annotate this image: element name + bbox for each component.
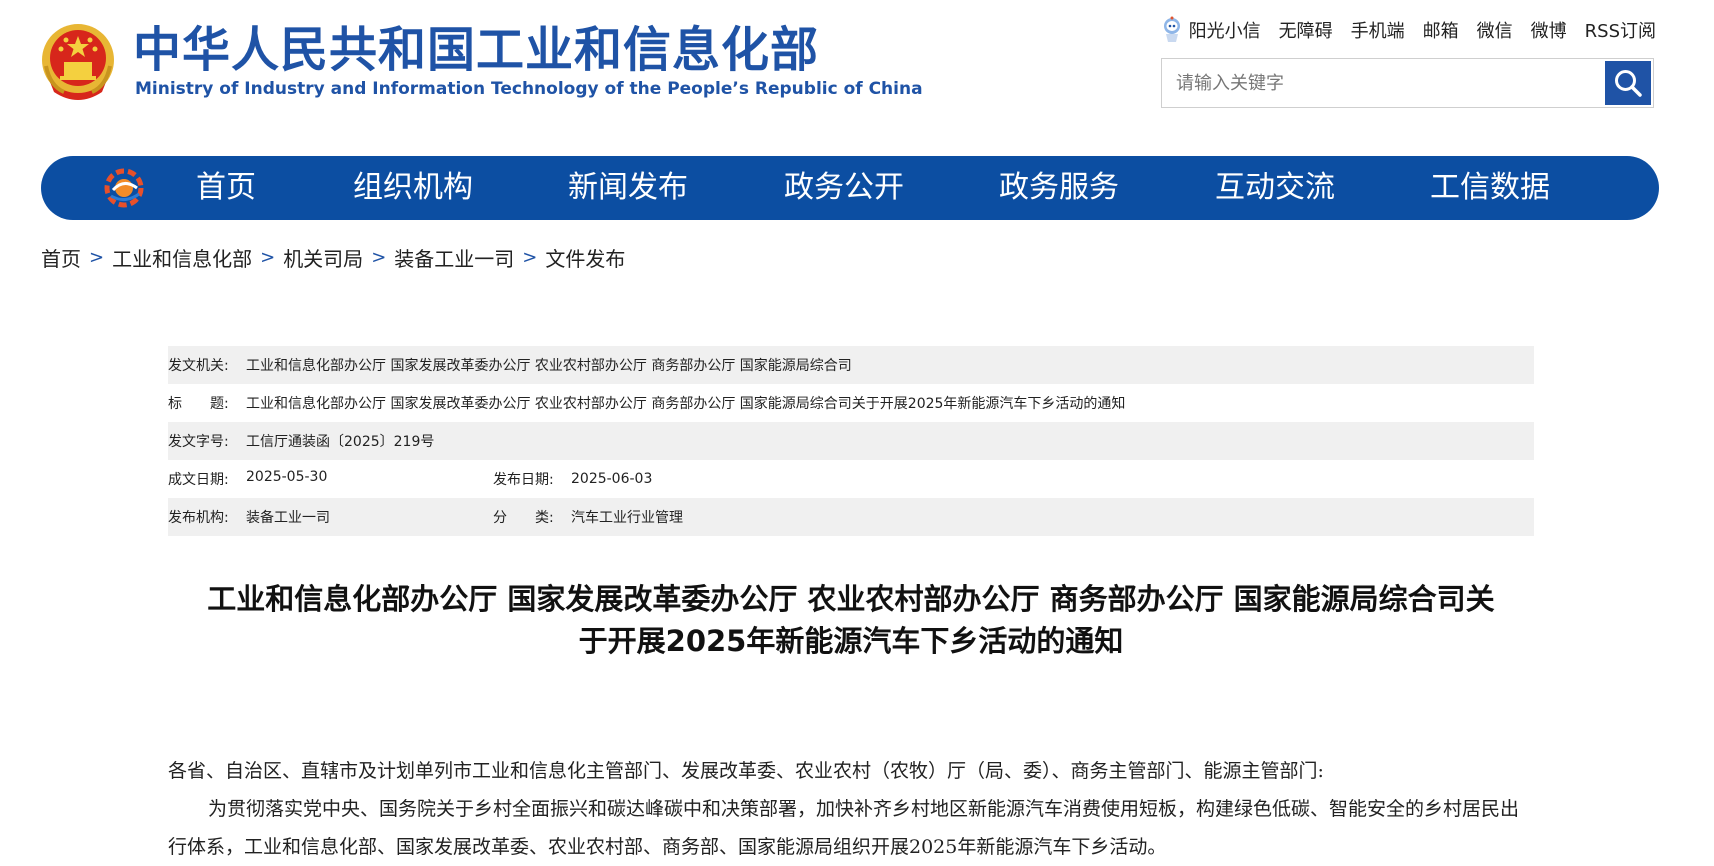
meta-value-org: 装备工业一司 xyxy=(246,510,330,526)
meta-cell-created: 成文日期: 2025-05-30 xyxy=(168,469,493,489)
breadcrumb-separator: > xyxy=(371,247,387,268)
meta-value-docno: 工信厅通装函〔2025〕219号 xyxy=(246,434,435,450)
breadcrumb-separator: > xyxy=(522,247,538,268)
meta-label: 分 类: xyxy=(493,510,554,526)
nav-item-government-services[interactable]: 政务服务 xyxy=(989,156,1129,220)
national-emblem-icon xyxy=(42,24,114,100)
search-box xyxy=(1161,58,1654,108)
site-title[interactable]: 中华人民共和国工业和信息化部 xyxy=(133,22,819,78)
site-header: 中华人民共和国工业和信息化部 Ministry of Industry and … xyxy=(0,0,1714,140)
breadcrumb-departments[interactable]: 机关司局 xyxy=(283,243,363,272)
nav-item-data[interactable]: 工信数据 xyxy=(1420,156,1560,220)
meta-row-title: 标 题: 工业和信息化部办公厅 国家发展改革委办公厅 农业农村部办公厅 商务部办… xyxy=(168,384,1534,422)
meta-row-docno: 发文字号: 工信厅通装函〔2025〕219号 xyxy=(168,422,1534,460)
meta-value-created: 2025-05-30 xyxy=(246,469,328,485)
top-links: 阳光小信 无障碍 手机端 邮箱 微信 微博 RSS订阅 xyxy=(1161,16,1656,44)
nav-item-organization[interactable]: 组织机构 xyxy=(343,156,483,220)
toplink-weibo[interactable]: 微博 xyxy=(1531,17,1567,43)
search-icon xyxy=(1615,70,1642,97)
site-subtitle: Ministry of Industry and Information Tec… xyxy=(135,79,923,99)
main-nav: 首页 组织机构 新闻发布 政务公开 政务服务 互动交流 工信数据 xyxy=(41,156,1659,220)
breadcrumb-documents[interactable]: 文件发布 xyxy=(545,243,625,272)
toplink-email[interactable]: 邮箱 xyxy=(1423,17,1459,43)
toplink-rss[interactable]: RSS订阅 xyxy=(1585,17,1656,43)
article-title: 工业和信息化部办公厅 国家发展改革委办公厅 农业农村部办公厅 商务部办公厅 国家… xyxy=(168,578,1534,662)
robot-assistant-icon xyxy=(1163,16,1180,42)
meta-label: 发文字号: xyxy=(168,434,229,450)
search-button[interactable] xyxy=(1605,61,1651,105)
search-input[interactable] xyxy=(1162,59,1602,107)
breadcrumb-separator: > xyxy=(89,247,105,268)
meta-value-issuer: 工业和信息化部办公厅 国家发展改革委办公厅 农业农村部办公厅 商务部办公厅 国家… xyxy=(246,358,852,374)
document-meta-table: 发文机关: 工业和信息化部办公厅 国家发展改革委办公厅 农业农村部办公厅 商务部… xyxy=(168,346,1534,536)
meta-value-category: 汽车工业行业管理 xyxy=(571,510,683,526)
nav-item-government-info[interactable]: 政务公开 xyxy=(774,156,914,220)
meta-row-issuer: 发文机关: 工业和信息化部办公厅 国家发展改革委办公厅 农业农村部办公厅 商务部… xyxy=(168,346,1534,384)
meta-label: 成文日期: xyxy=(168,472,229,488)
ministry-logo-icon xyxy=(104,168,144,208)
nav-item-home[interactable]: 首页 xyxy=(156,156,296,220)
meta-value-title: 工业和信息化部办公厅 国家发展改革委办公厅 农业农村部办公厅 商务部办公厅 国家… xyxy=(246,396,1126,412)
article-salutation: 各省、自治区、直辖市及计划单列市工业和信息化主管部门、发展改革委、农业农村（农牧… xyxy=(168,760,1324,782)
meta-cell-org: 发布机构: 装备工业一司 xyxy=(168,507,493,527)
meta-label: 标 题: xyxy=(168,396,229,412)
meta-label: 发布日期: xyxy=(493,472,554,488)
article-title-line: 于开展2025年新能源汽车下乡活动的通知 xyxy=(578,624,1124,658)
meta-row-dates: 成文日期: 2025-05-30 发布日期: 2025-06-03 xyxy=(168,460,1534,498)
breadcrumb-home[interactable]: 首页 xyxy=(41,243,81,272)
breadcrumb-separator: > xyxy=(260,247,276,268)
meta-label: 发布机构: xyxy=(168,510,229,526)
article-title-line: 工业和信息化部办公厅 国家发展改革委办公厅 农业农村部办公厅 商务部办公厅 国家… xyxy=(207,582,1495,616)
toplink-label: 阳光小信 xyxy=(1188,21,1261,42)
breadcrumb: 首页 > 工业和信息化部 > 机关司局 > 装备工业一司 > 文件发布 xyxy=(41,243,625,272)
nav-item-news[interactable]: 新闻发布 xyxy=(558,156,698,220)
meta-value-published: 2025-06-03 xyxy=(571,471,653,487)
toplink-accessibility[interactable]: 无障碍 xyxy=(1279,17,1333,43)
toplink-mobile[interactable]: 手机端 xyxy=(1351,17,1405,43)
meta-label: 发文机关: xyxy=(168,358,229,374)
breadcrumb-ministry[interactable]: 工业和信息化部 xyxy=(112,243,252,272)
article-paragraph: 为贯彻落实党中央、国务院关于乡村全面振兴和碳达峰碳中和决策部署，加快补齐乡村地区… xyxy=(168,798,1520,858)
meta-row-org: 发布机构: 装备工业一司 分 类: 汽车工业行业管理 xyxy=(168,498,1534,536)
toplink-wechat[interactable]: 微信 xyxy=(1477,17,1513,43)
breadcrumb-equipment-dept[interactable]: 装备工业一司 xyxy=(394,243,514,272)
toplink-sunshine[interactable]: 阳光小信 xyxy=(1161,16,1261,44)
nav-item-interaction[interactable]: 互动交流 xyxy=(1205,156,1345,220)
article-body: 各省、自治区、直辖市及计划单列市工业和信息化主管部门、发展改革委、农业农村（农牧… xyxy=(168,752,1534,866)
